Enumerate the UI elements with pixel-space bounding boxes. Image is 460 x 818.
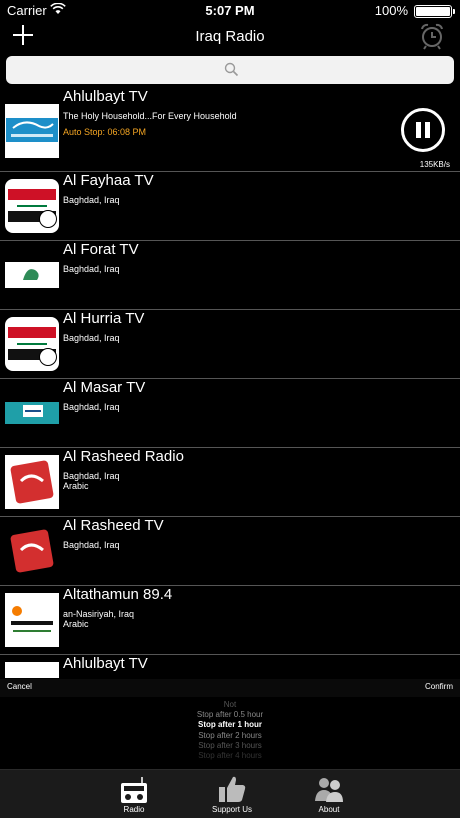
list-item[interactable]: Ahlulbayt TV The Holy Household...For Ev… [0,88,460,172]
station-name: Ahlulbayt TV [63,88,148,105]
picker-option[interactable]: Stop after 4 hours [0,751,460,760]
picker-option-selected[interactable]: Stop after 1 hour [0,720,460,729]
tab-support-us[interactable]: Support Us [182,770,282,818]
station-name: Ahlulbayt TV [63,655,148,672]
station-location: Baghdad, Iraq [63,402,120,412]
station-name: Al Rasheed TV [63,517,164,534]
radio-icon [121,777,147,803]
list-item[interactable]: Al Forat TV Baghdad, Iraq [0,241,460,310]
battery-icon [414,5,455,18]
people-icon [315,778,343,802]
tab-bar: Radio Support Us About [0,769,460,818]
cancel-button[interactable]: Cancel [7,682,32,691]
station-logo [5,248,59,302]
station-language: Arabic [63,619,89,629]
station-location: Baghdad, Iraq [63,471,120,481]
station-logo [5,662,59,678]
station-name: Altathamun 89.4 [63,586,173,603]
station-location: Baghdad, Iraq [63,264,120,274]
list-item[interactable]: Altathamun 89.4 an-Nasiriyah, Iraq Arabi… [0,586,460,655]
search-bar[interactable] [6,56,454,84]
navigation-bar: Iraq Radio [0,22,460,54]
station-logo [5,104,59,158]
list-item[interactable]: Al Rasheed Radio Baghdad, Iraq Arabic [0,448,460,517]
radio-badge-icon [39,348,57,366]
auto-stop-picker[interactable]: Not Stop after 0.5 hour Stop after 1 hou… [0,697,460,769]
picker-option[interactable]: Stop after 3 hours [0,741,460,750]
station-name: Al Forat TV [63,241,139,258]
station-name: Al Fayhaa TV [63,172,154,189]
list-item[interactable]: Ahlulbayt TV [0,655,460,678]
picker-option[interactable]: Stop after 2 hours [0,731,460,740]
station-list: Ahlulbayt TV The Holy Household...For Ev… [0,88,460,678]
radio-badge-icon [39,210,57,228]
tab-about[interactable]: About [279,770,379,818]
picker-option[interactable]: Stop after 0.5 hour [0,710,460,719]
station-logo [5,386,59,440]
station-name: Al Hurria TV [63,310,145,327]
tab-label: Radio [123,805,145,814]
page-title: Iraq Radio [195,28,265,45]
list-item[interactable]: Al Masar TV Baghdad, Iraq [0,379,460,448]
station-logo [5,593,59,647]
station-logo [5,524,59,578]
search-icon [224,62,239,77]
station-location: Baghdad, Iraq [63,195,120,205]
auto-stop-label: Auto Stop: 06:08 PM [63,127,147,137]
picker-toolbar: Cancel Confirm [0,679,460,697]
pause-button[interactable] [401,108,445,152]
thumbs-up-icon [219,776,246,802]
station-name: Al Rasheed Radio [63,448,184,465]
tab-label: Support Us [211,805,253,814]
status-bar: Carrier 5:07 PM 100% [0,0,460,22]
list-item[interactable]: Al Hurria TV Baghdad, Iraq [0,310,460,379]
station-location: an-Nasiriyah, Iraq [63,609,135,619]
list-item[interactable]: Al Fayhaa TV Baghdad, Iraq [0,172,460,241]
confirm-button[interactable]: Confirm [425,682,453,691]
station-location: Baghdad, Iraq [63,333,120,343]
list-item[interactable]: Al Rasheed TV Baghdad, Iraq [0,517,460,586]
tab-label: About [318,805,340,814]
picker-option[interactable]: Not [0,700,460,709]
station-language: Arabic [63,481,89,491]
station-location: Baghdad, Iraq [63,540,120,550]
station-description: The Holy Household...For Every Household [63,111,237,121]
station-logo [5,455,59,509]
alarm-clock-icon[interactable] [418,22,446,50]
battery-percentage: 100% [374,3,408,18]
stream-speed: 135KB/s [419,160,450,169]
station-name: Al Masar TV [63,379,146,396]
tab-radio[interactable]: Radio [84,770,184,818]
